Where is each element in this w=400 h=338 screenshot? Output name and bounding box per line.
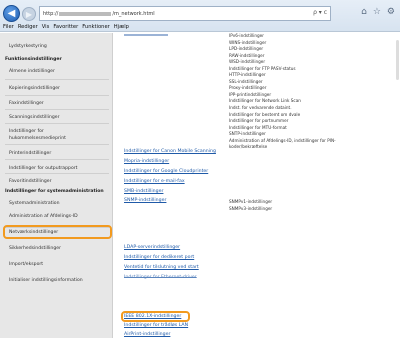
sidebar-item-fax[interactable]: Faxindstillinger: [0, 101, 113, 107]
menu-vis[interactable]: Vis: [42, 24, 50, 33]
address-tools[interactable]: ρ ▾ c: [313, 9, 327, 16]
link-email-fax[interactable]: Indstillinger for e-mail-fax: [124, 179, 185, 184]
link-canon-mobile-scanning[interactable]: Indstillinger for Canon Mobile Scanning: [124, 149, 216, 154]
sidebar-divider: [5, 144, 109, 145]
link-smb[interactable]: SMB-indstillinger: [124, 189, 163, 194]
browser-icons: ⌂ ☆ ⚙: [361, 7, 395, 17]
sidebar-item-hukommelse[interactable]: Indstillinger for: [0, 129, 113, 135]
sidebar-item-kopiering[interactable]: Kopieringsindstillinger: [0, 86, 113, 92]
url-host-masked: [59, 11, 112, 16]
sidebar-divider: [5, 95, 109, 96]
link-dedicated-port[interactable]: Indstillinger for dedikeret port: [124, 255, 194, 260]
link-startup-wait[interactable]: Ventetid for tilslutning ved start: [124, 265, 199, 270]
forward-button[interactable]: ▶: [22, 7, 36, 21]
menu-hjaelp[interactable]: Hjælp: [114, 24, 129, 33]
menu-funktioner[interactable]: Funktioner: [82, 24, 110, 33]
sidebar-item-almene[interactable]: Almene indstillinger: [0, 69, 113, 75]
menu-bar: Filer Rediger Vis Favoritter Funktioner …: [0, 24, 129, 33]
url-prefix: http://: [43, 10, 59, 17]
sidebar-item-outputrapport[interactable]: Indstillinger for outputrapport: [0, 166, 113, 172]
link-mopria[interactable]: Mopria-indstillinger: [124, 159, 169, 164]
link-google-cloudprint[interactable]: Indstillinger for Google Cloudprinter: [124, 169, 208, 174]
link-cutoff: [124, 34, 168, 36]
sidebar-divider: [5, 123, 109, 124]
menu-favoritter[interactable]: Favoritter: [53, 24, 78, 33]
sidebar-divider: [5, 159, 109, 160]
sidebar-divider: [5, 173, 109, 174]
highlight-ieee-8021x: [121, 311, 190, 322]
sidebar-divider: [5, 109, 109, 110]
link-ldap[interactable]: LDAP-serverindstillinger: [124, 245, 180, 250]
home-icon[interactable]: ⌂: [361, 7, 367, 17]
list-item[interactable]: koder/bekræftelse: [229, 144, 336, 151]
network-settings-list: IPv6-indstillinger WINS-indstillinger LP…: [229, 33, 336, 151]
sidebar-item-scanning[interactable]: Scanningsindstillinger: [0, 115, 113, 121]
browser-toolbar: ◀ ▶ http:// /m_network.html ρ ▾ c ⌂ ☆ ⚙ …: [0, 0, 400, 32]
address-bar[interactable]: http:// /m_network.html ρ ▾ c: [39, 6, 331, 21]
url-path: /m_network.html: [112, 10, 155, 17]
forward-arrow-icon: ▶: [25, 9, 33, 19]
link-airprint[interactable]: AirPrint-indstillinger: [124, 332, 170, 337]
sidebar-item-hukommelse-2[interactable]: hukommelsesmedieprint: [0, 136, 113, 142]
sidebar-divider: [5, 79, 109, 80]
menu-filer[interactable]: Filer: [3, 24, 14, 33]
sidebar-item-lydstyrke[interactable]: Lydstyrkestyring: [0, 44, 113, 50]
link-ethernet-driver[interactable]: Indstillinger for Ethernet-driver: [124, 275, 197, 280]
sidebar-item-printer[interactable]: Printerindstillinger: [0, 151, 113, 157]
sidebar-item-favorit[interactable]: Favoritindstillinger: [0, 179, 113, 185]
menu-rediger[interactable]: Rediger: [18, 24, 38, 33]
link-wireless-lan[interactable]: Indstillinger for trådløs LAN: [124, 323, 188, 328]
back-button[interactable]: ◀: [3, 5, 20, 22]
list-item[interactable]: SNMPv1-indstillinger: [229, 199, 272, 206]
favorites-star-icon[interactable]: ☆: [373, 7, 381, 17]
sidebar-heading-funktion: Funktionsindstillinger: [5, 57, 62, 62]
browser-window: ◀ ▶ http:// /m_network.html ρ ▾ c ⌂ ☆ ⚙ …: [0, 0, 400, 338]
snmp-sub-list: SNMPv1-indstillinger SNMPv3-indstillinge…: [229, 199, 272, 212]
back-arrow-icon: ◀: [7, 8, 16, 19]
gear-icon[interactable]: ⚙: [387, 7, 395, 17]
link-snmp[interactable]: SNMP-indstillinger: [124, 198, 166, 203]
scrollbar[interactable]: [396, 40, 399, 80]
list-item[interactable]: SNMPv3-indstillinger: [229, 206, 272, 213]
